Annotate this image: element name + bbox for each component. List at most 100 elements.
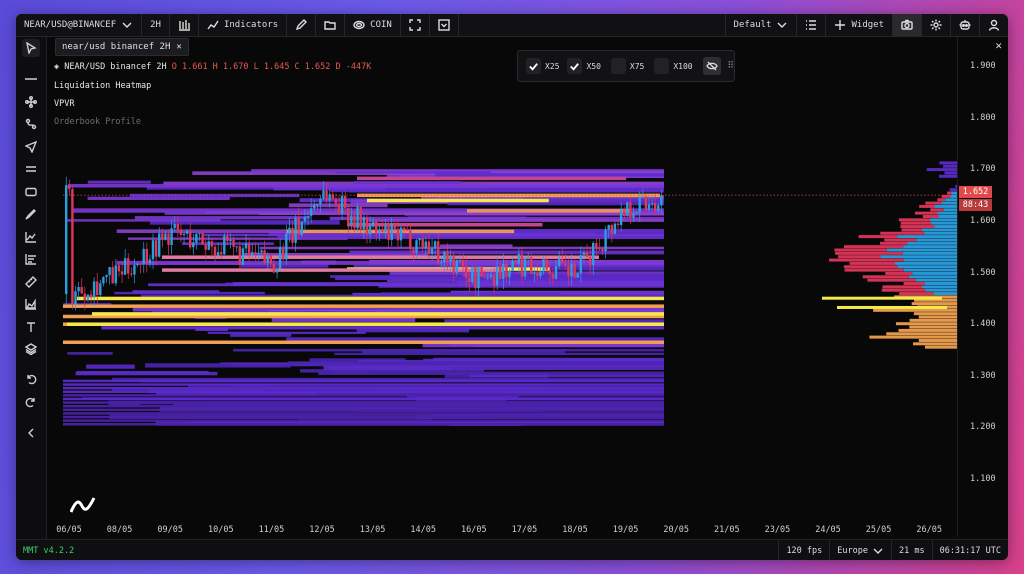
candle-body: [154, 240, 158, 257]
candle-body: [247, 243, 251, 256]
horizontal-line-tool[interactable]: [22, 70, 40, 88]
legend-pair: NEAR/USD binancef 2H: [64, 62, 167, 72]
profile-bar-sell: [885, 271, 913, 275]
candle-body: [371, 221, 375, 227]
candle-body: [579, 255, 582, 274]
path-icon: [25, 118, 37, 130]
candle-body: [244, 243, 248, 249]
timeframe-selector[interactable]: 2H: [142, 14, 170, 36]
layout-label: Default: [733, 20, 772, 30]
candle-body: [657, 205, 660, 211]
profile-bar: [822, 296, 942, 300]
profile-bar-buy: [908, 275, 957, 279]
fullscreen-button[interactable]: [401, 14, 430, 36]
profile-bar-sell: [941, 194, 951, 198]
drag-handle-icon[interactable]: ⠿: [727, 61, 734, 71]
brush-tool[interactable]: [22, 205, 40, 223]
heatmap-band: [134, 216, 311, 220]
candle-body: [598, 248, 601, 250]
profile-bar-buy: [902, 251, 957, 255]
trend-tool[interactable]: [22, 228, 40, 246]
profile-bar: [895, 322, 957, 326]
chart-area[interactable]: near/usd binancef 2H ✕ ✕ ◈ NEAR/USD bina…: [47, 37, 1008, 537]
screenshot-button[interactable]: [893, 14, 922, 36]
liquidation-level: [63, 304, 664, 308]
send-icon: [25, 141, 37, 153]
snapshot-menu-button[interactable]: [430, 14, 459, 36]
legend-study-liquidation[interactable]: Liquidation Heatmap: [54, 81, 151, 91]
symbol-selector[interactable]: NEAR/USD@BINANCEF: [16, 14, 143, 36]
parallel-lines-tool[interactable]: [22, 160, 40, 178]
folder-button[interactable]: [316, 14, 346, 36]
time-tick-label: 06/05: [56, 525, 82, 535]
layout-selector[interactable]: Default: [724, 14, 798, 36]
path-tool[interactable]: [22, 115, 40, 133]
profile-bar-sell: [881, 288, 926, 292]
undo-button[interactable]: [22, 370, 40, 388]
candle-body: [412, 249, 415, 253]
candle-type-button[interactable]: [170, 14, 199, 36]
candle-body: [564, 263, 567, 266]
add-widget-button[interactable]: Widget: [826, 14, 893, 36]
candle-body: [430, 248, 434, 254]
region-selector[interactable]: Europe: [829, 540, 891, 560]
profile-bar: [869, 335, 957, 339]
candle-body: [96, 281, 99, 296]
price-axis[interactable]: 1.900 1.800 1.700 1.600 1.500 1.400 1.300 1.200…: [957, 37, 1008, 537]
trend-icon: [25, 232, 36, 243]
legend-study-orderbook[interactable]: Orderbook Profile: [54, 117, 141, 127]
legend-study-vpvr[interactable]: VPVR: [54, 99, 74, 109]
settings-button[interactable]: [922, 14, 951, 36]
candle-body: [238, 246, 241, 265]
profile-bar-sell: [882, 285, 923, 289]
profile-bar-sell: [843, 265, 898, 269]
indicators-button[interactable]: Indicators: [199, 14, 288, 36]
heatmap-band: [230, 333, 292, 337]
measure-tool[interactable]: [22, 273, 40, 291]
ray-tool[interactable]: [22, 138, 40, 156]
liquidation-level: [162, 268, 504, 272]
profile-bar-sell: [829, 258, 904, 262]
draw-button[interactable]: [287, 14, 317, 36]
x100-checkbox[interactable]: [654, 58, 670, 74]
x75-checkbox[interactable]: [610, 58, 626, 74]
candle-body: [588, 256, 592, 266]
list-icon: [806, 20, 817, 30]
candle-body: [114, 265, 117, 284]
redo-button[interactable]: [22, 393, 40, 411]
candle-body: [629, 202, 632, 218]
bot-button[interactable]: [951, 14, 980, 36]
candle-body: [660, 196, 663, 206]
profile-bar-sell: [899, 292, 934, 296]
time-tick-label: 19/05: [612, 525, 639, 535]
node-tool[interactable]: [22, 93, 40, 111]
heatmap-band: [271, 318, 416, 322]
candle-wick: [406, 223, 408, 231]
profile-bar-buy: [903, 245, 957, 249]
layers-tool[interactable]: [22, 340, 40, 358]
x25-checkbox[interactable]: [526, 58, 541, 74]
hide-toggle-button[interactable]: [702, 57, 722, 75]
layouts-list-button[interactable]: [797, 14, 827, 36]
candle-body: [393, 223, 396, 229]
collapse-toolbar-button[interactable]: [22, 424, 40, 442]
candle-body: [396, 228, 400, 241]
candle-body: [644, 196, 648, 210]
profile-bar: [939, 161, 957, 165]
clock-readout: 06:31:17 UTC: [931, 540, 1008, 560]
chart-tab[interactable]: near/usd binancef 2H ✕: [55, 38, 189, 56]
heatmap-band: [63, 386, 664, 390]
profile-bar-sell: [884, 238, 917, 242]
forecast-tool[interactable]: [22, 295, 40, 313]
close-icon[interactable]: ✕: [176, 42, 181, 52]
account-button[interactable]: [980, 14, 1008, 36]
x50-checkbox[interactable]: [567, 58, 583, 74]
latency-readout: 21 ms: [890, 540, 932, 560]
cursor-tool[interactable]: [22, 39, 40, 57]
text-tool[interactable]: [22, 318, 40, 336]
rectangle-tool[interactable]: [22, 183, 40, 201]
fib-tool[interactable]: [22, 250, 40, 268]
robot-icon: [959, 20, 971, 30]
candle-body: [573, 263, 576, 278]
coin-button[interactable]: COIN: [345, 14, 401, 36]
